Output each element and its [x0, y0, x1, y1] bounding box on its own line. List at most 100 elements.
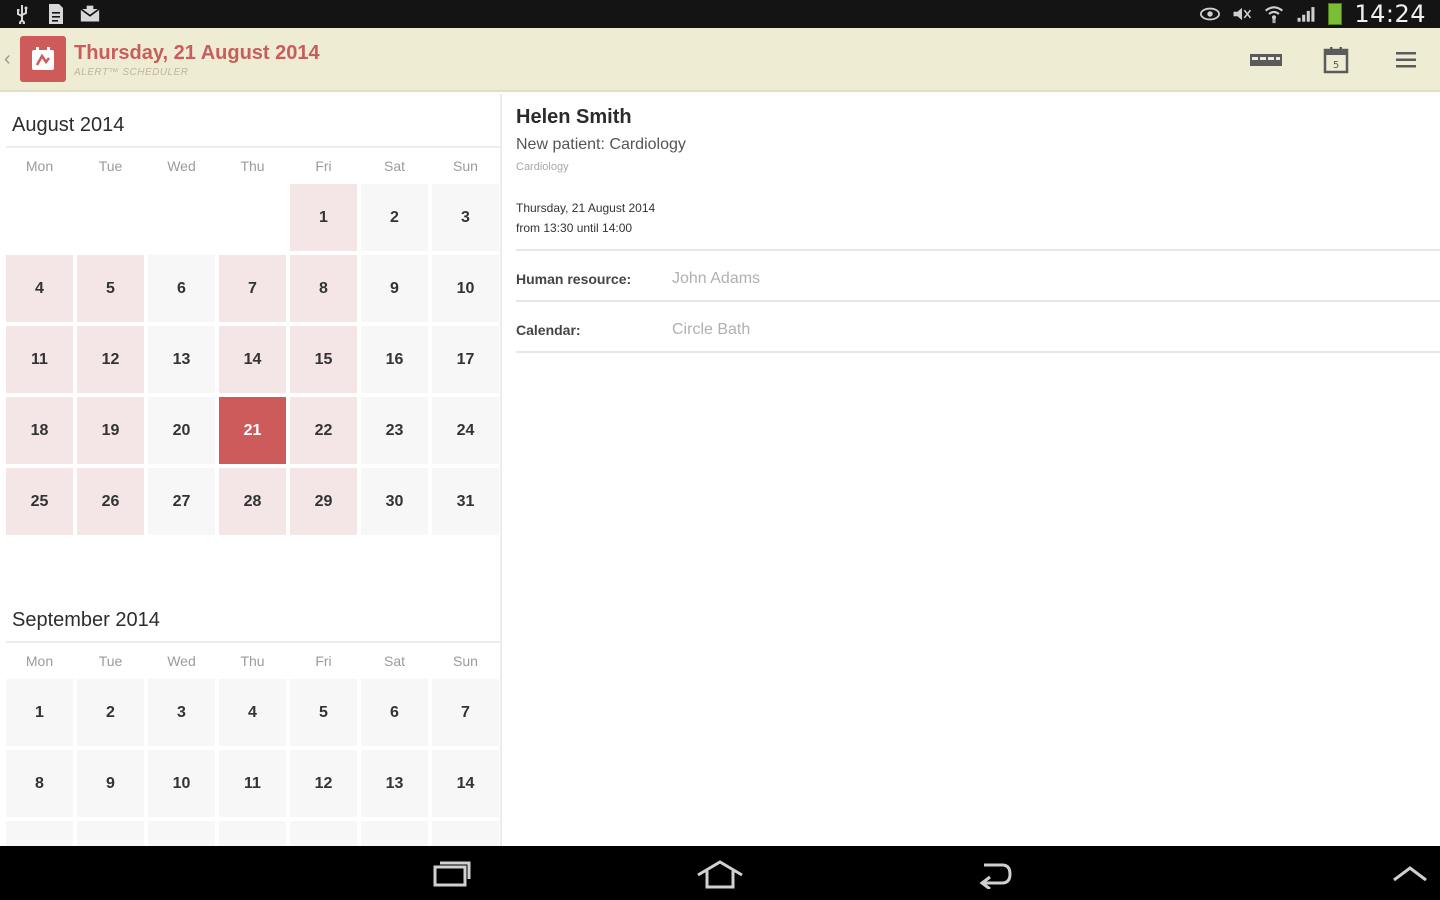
- calendar-day[interactable]: 1: [6, 679, 73, 746]
- appointment-details: Helen Smith New patient: Cardiology Card…: [504, 94, 1440, 846]
- calendar-day[interactable]: 10: [148, 750, 215, 817]
- month-title: September 2014: [12, 609, 160, 631]
- calendar-day[interactable]: 20: [148, 397, 215, 464]
- weekday-header: Mon: [25, 653, 54, 669]
- calendar-day[interactable]: 3: [148, 679, 215, 746]
- calendar-day[interactable]: 7: [432, 679, 499, 746]
- weekday-header-row: Mon Tue Wed Thu Fri Sat Sun: [6, 148, 500, 184]
- svg-text:5: 5: [1333, 60, 1339, 71]
- calendar-day[interactable]: 6: [361, 679, 428, 746]
- mail-icon: [80, 4, 100, 24]
- action-bar-actions: 5: [1246, 40, 1426, 80]
- calendar-day[interactable]: 25: [6, 468, 73, 535]
- app-logo-icon: [32, 47, 54, 70]
- calendar-label: Calendar:: [516, 322, 581, 338]
- calendar-day-empty: [6, 184, 73, 251]
- calendar-day[interactable]: 10: [432, 255, 499, 322]
- calendar-day[interactable]: [148, 821, 215, 846]
- human-resource-label: Human resource:: [516, 271, 632, 287]
- status-bar-system: 14:24: [1200, 0, 1426, 28]
- calendar-day[interactable]: 8: [6, 750, 73, 817]
- calendar-day[interactable]: 26: [77, 468, 144, 535]
- document-icon: [46, 4, 66, 24]
- weekday-header: Sun: [453, 158, 478, 174]
- calendar-day[interactable]: 7: [219, 255, 286, 322]
- calendar-day[interactable]: 12: [77, 326, 144, 393]
- collapse-icon[interactable]: [1380, 856, 1440, 892]
- day-grid: 1 2 3 4 5 6 7 8 9 10 11 12 13 14 15 16 17 18 19 20 21 22 23 24 2…: [6, 184, 500, 535]
- menu-icon[interactable]: [1386, 40, 1426, 80]
- calendar-day[interactable]: [290, 821, 357, 846]
- calendar-day[interactable]: 19: [77, 397, 144, 464]
- calendar-list-icon[interactable]: [1246, 40, 1286, 80]
- human-resource-value: John Adams: [672, 270, 761, 287]
- calendar-day[interactable]: 6: [148, 255, 215, 322]
- calendar-day[interactable]: 8: [290, 255, 357, 322]
- eye-icon: [1200, 4, 1221, 24]
- calendar-day[interactable]: 2: [77, 679, 144, 746]
- weekday-header: Wed: [167, 653, 196, 669]
- calendar-day[interactable]: 12: [290, 750, 357, 817]
- calendar-day[interactable]: 30: [361, 468, 428, 535]
- calendar-day[interactable]: 18: [6, 397, 73, 464]
- calendar-day[interactable]: [432, 821, 499, 846]
- calendar-day[interactable]: 17: [432, 326, 499, 393]
- status-bar-notifications: [12, 2, 100, 26]
- calendar-day[interactable]: 22: [290, 397, 357, 464]
- weekday-header-row: Mon Tue Wed Thu Fri Sat Sun: [6, 643, 500, 679]
- calendar-day[interactable]: 28: [219, 468, 286, 535]
- home-icon[interactable]: [690, 856, 750, 892]
- battery-icon: [1328, 3, 1343, 25]
- calendar-day[interactable]: 29: [290, 468, 357, 535]
- calendar-day[interactable]: 13: [361, 750, 428, 817]
- day-grid: 1 2 3 4 5 6 7 8 9 10 11 12 13 14: [6, 679, 500, 846]
- appointment-category: Cardiology: [516, 161, 569, 173]
- calendar-day[interactable]: 14: [432, 750, 499, 817]
- calendar-day[interactable]: 11: [219, 750, 286, 817]
- calendar-value: Circle Bath: [672, 321, 751, 338]
- calendar-day[interactable]: 13: [148, 326, 215, 393]
- app-logo[interactable]: [20, 36, 66, 82]
- divider: [516, 300, 1440, 302]
- weekday-header: Fri: [315, 158, 332, 174]
- recent-apps-icon[interactable]: [420, 856, 480, 892]
- calendar-day[interactable]: [77, 821, 144, 846]
- calendar-day[interactable]: [219, 821, 286, 846]
- weekday-header: Sat: [383, 653, 405, 669]
- calendar-day[interactable]: 15: [290, 326, 357, 393]
- calendar-day[interactable]: 4: [6, 255, 73, 322]
- calendar-day[interactable]: 3: [432, 184, 499, 251]
- calendar-day[interactable]: 16: [361, 326, 428, 393]
- today-icon[interactable]: 5: [1316, 40, 1356, 80]
- navigation-bar: [0, 846, 1440, 900]
- calendar-day[interactable]: 24: [432, 397, 499, 464]
- weekday-header: Thu: [240, 158, 265, 174]
- app-subtitle: ALERT™ SCHEDULER: [74, 67, 189, 78]
- calendar-day[interactable]: 1: [290, 184, 357, 251]
- calendar-day[interactable]: 2: [361, 184, 428, 251]
- back-caret-icon[interactable]: ‹: [4, 48, 11, 71]
- calendar-day-empty: [219, 184, 286, 251]
- calendar-day[interactable]: 9: [77, 750, 144, 817]
- appointment-date: Thursday, 21 August 2014: [516, 201, 656, 215]
- calendar-day[interactable]: [6, 821, 73, 846]
- calendar-day[interactable]: 4: [219, 679, 286, 746]
- calendar-day[interactable]: 14: [219, 326, 286, 393]
- calendar-day[interactable]: 27: [148, 468, 215, 535]
- calendar-day-empty: [148, 184, 215, 251]
- divider: [516, 351, 1440, 353]
- month-august: August 2014 Mon Tue Wed Thu Fri Sat Sun …: [6, 108, 500, 535]
- calendar-day[interactable]: 11: [6, 326, 73, 393]
- calendar-day-selected[interactable]: 21: [219, 397, 286, 464]
- calendar-pane[interactable]: August 2014 Mon Tue Wed Thu Fri Sat Sun …: [0, 94, 502, 846]
- calendar-day[interactable]: [361, 821, 428, 846]
- calendar-day[interactable]: 5: [77, 255, 144, 322]
- appointment-type: New patient: Cardiology: [516, 136, 686, 153]
- calendar-day[interactable]: 5: [290, 679, 357, 746]
- calendar-day[interactable]: 9: [361, 255, 428, 322]
- back-icon[interactable]: [962, 856, 1022, 892]
- calendar-day[interactable]: 31: [432, 468, 499, 535]
- calendar-day[interactable]: 23: [361, 397, 428, 464]
- weekday-header: Wed: [167, 158, 196, 174]
- weekday-header: Tue: [98, 158, 123, 174]
